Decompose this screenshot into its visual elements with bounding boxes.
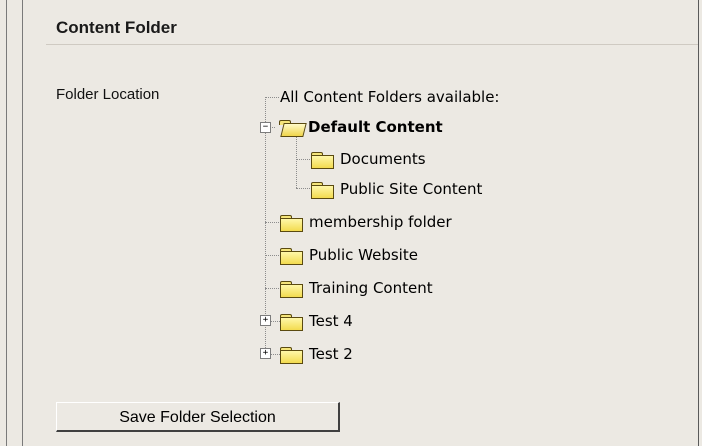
- left-border-line: [6, 0, 7, 446]
- expand-toggle-test-2[interactable]: +: [260, 348, 271, 359]
- folder-icon: [279, 247, 303, 265]
- tree-connector: [296, 136, 297, 188]
- folder-icon: [279, 214, 303, 232]
- right-border-line: [698, 0, 699, 446]
- tree-connector: [296, 159, 310, 160]
- folder-icon: [279, 346, 303, 364]
- tree-item-public-site-content[interactable]: Public Site Content: [310, 178, 482, 200]
- content-folder-panel: Content Folder Folder Location All Conte…: [34, 0, 698, 446]
- tree-item-default-content[interactable]: Default Content: [278, 116, 443, 138]
- tree-connector: [265, 222, 279, 223]
- tree-item-test-2[interactable]: Test 2: [279, 343, 353, 365]
- tree-connector: [265, 288, 279, 289]
- folder-icon: [310, 151, 334, 169]
- tree-item-training-content[interactable]: Training Content: [279, 277, 433, 299]
- folder-icon: [310, 181, 334, 199]
- folder-open-icon: [278, 119, 307, 137]
- tree-root-label: All Content Folders available:: [280, 88, 500, 106]
- tree-item-membership-folder[interactable]: membership folder: [279, 211, 452, 233]
- tree-connector: [265, 255, 279, 256]
- tree-connector: [265, 97, 279, 98]
- tree-item-test-4[interactable]: Test 4: [279, 310, 353, 332]
- folder-icon: [279, 313, 303, 331]
- tree-item-documents[interactable]: Documents: [310, 148, 426, 170]
- left-border-line-2: [22, 0, 23, 446]
- folder-tree: All Content Folders available: − Default…: [34, 0, 698, 446]
- folder-icon: [279, 280, 303, 298]
- save-folder-selection-button[interactable]: Save Folder Selection: [56, 402, 340, 432]
- tree-connector: [296, 188, 310, 189]
- collapse-toggle-default-content[interactable]: −: [260, 122, 271, 133]
- tree-item-public-website[interactable]: Public Website: [279, 244, 418, 266]
- expand-toggle-test-4[interactable]: +: [260, 315, 271, 326]
